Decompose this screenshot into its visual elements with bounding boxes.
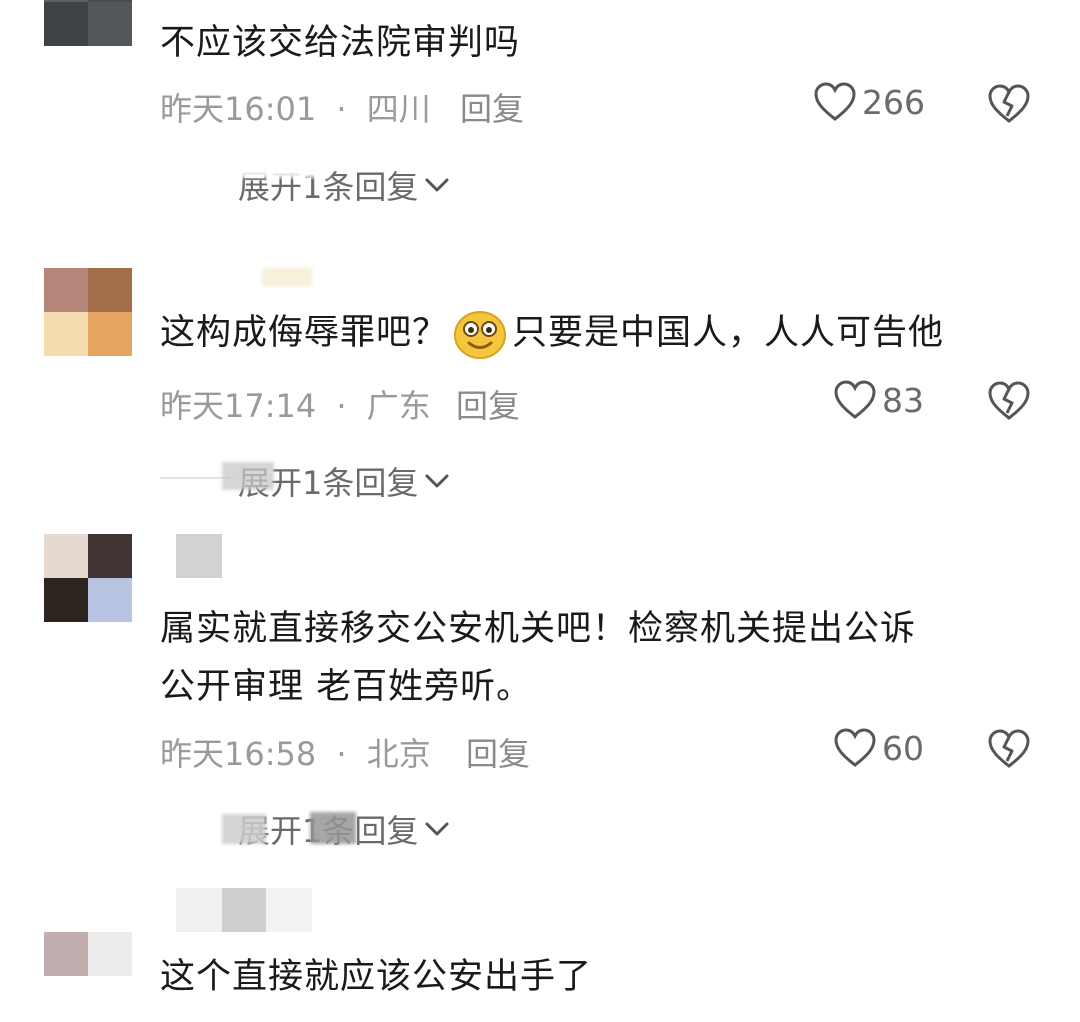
reply-button[interactable]: 回复 bbox=[460, 84, 524, 130]
comment-time: 昨天16:01 bbox=[160, 90, 317, 128]
avatar[interactable] bbox=[44, 534, 132, 622]
like-count: 83 bbox=[882, 380, 924, 420]
username-redacted bbox=[176, 534, 222, 578]
comment-location: 广东 bbox=[366, 387, 431, 425]
comment-meta: 昨天17:14 · 广东 bbox=[160, 381, 431, 427]
redaction-blur bbox=[310, 812, 356, 844]
heart-icon bbox=[814, 82, 856, 121]
comment-time: 昨天17:14 bbox=[160, 387, 317, 425]
dislike-icon[interactable] bbox=[988, 381, 1030, 421]
chevron-down-icon bbox=[425, 822, 449, 836]
comment-text-line1: 属实就直接移交公安机关吧！检察机关提出公诉 bbox=[160, 609, 917, 649]
comment-text-line2: 公开审理 老百姓旁听。 bbox=[160, 667, 533, 707]
comment-location: 北京 bbox=[366, 735, 431, 773]
like-button[interactable]: 83 bbox=[834, 380, 924, 420]
separator: · bbox=[336, 387, 347, 425]
like-button[interactable]: 266 bbox=[814, 82, 925, 122]
comment-time: 昨天16:58 bbox=[160, 735, 317, 773]
separator: · bbox=[336, 735, 347, 773]
dislike-icon[interactable] bbox=[988, 84, 1030, 124]
redaction-blur bbox=[222, 462, 274, 490]
redaction-blur bbox=[230, 158, 330, 178]
avatar[interactable] bbox=[44, 932, 132, 1020]
like-count: 266 bbox=[862, 82, 925, 122]
username-redacted bbox=[176, 888, 222, 932]
comment-text-part: 这构成侮辱罪吧？ bbox=[160, 313, 449, 353]
comment-text-part: 只要是中国人，人人可告他 bbox=[512, 313, 945, 353]
reply-button[interactable]: 回复 bbox=[466, 729, 530, 775]
comment-text: 这个直接就应该公安出手了 bbox=[160, 957, 593, 997]
heart-icon bbox=[834, 728, 876, 767]
username-redacted bbox=[266, 888, 312, 932]
comment-text: 不应该交给法院审判吗 bbox=[160, 23, 521, 63]
like-count: 60 bbox=[882, 728, 924, 768]
divider-line bbox=[160, 477, 230, 479]
smiling-face-emoji-icon bbox=[454, 311, 507, 359]
comment-meta: 昨天16:58 · 北京 bbox=[160, 729, 431, 775]
dislike-icon[interactable] bbox=[988, 729, 1030, 769]
avatar[interactable] bbox=[44, 268, 132, 356]
comment-meta: 昨天16:01 · 四川 bbox=[160, 84, 431, 130]
comment-text: 这构成侮辱罪吧？ 只要是中国人，人人可告他 bbox=[160, 306, 944, 360]
avatar[interactable] bbox=[44, 0, 132, 46]
chevron-down-icon bbox=[425, 178, 449, 192]
like-button[interactable]: 60 bbox=[834, 728, 924, 768]
redaction-blur bbox=[222, 814, 266, 844]
username-redacted bbox=[262, 268, 312, 286]
reply-button[interactable]: 回复 bbox=[456, 381, 520, 427]
username-redacted bbox=[222, 888, 266, 932]
chevron-down-icon bbox=[425, 474, 449, 488]
comment-location: 四川 bbox=[366, 90, 431, 128]
heart-icon bbox=[834, 380, 876, 419]
separator: · bbox=[336, 90, 347, 128]
